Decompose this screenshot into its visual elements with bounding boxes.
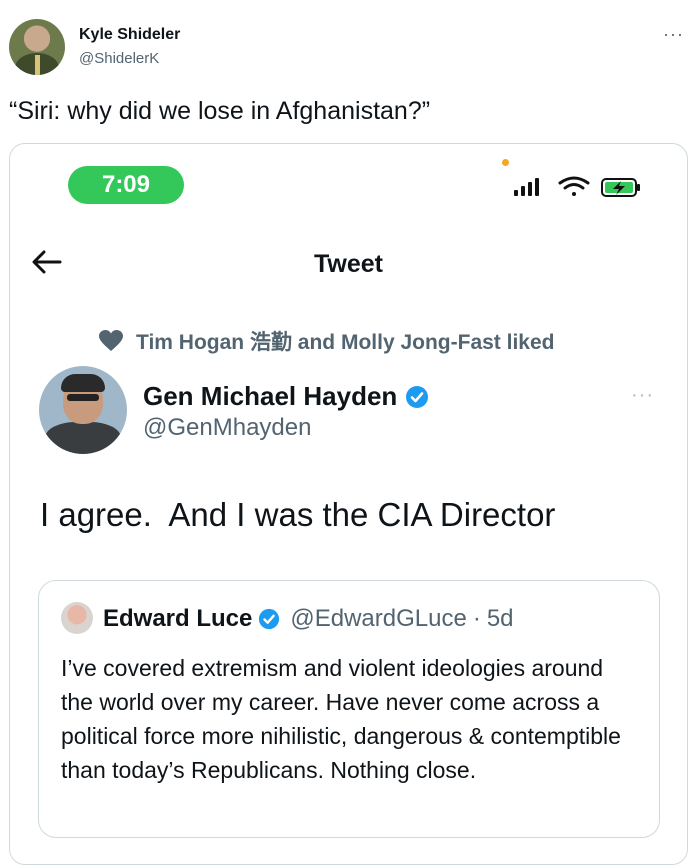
avatar-tie (35, 55, 40, 75)
avatar-body (45, 422, 121, 454)
tweet-text: “Siri: why did we lose in Afghanistan?” (9, 97, 431, 125)
verified-icon (259, 608, 280, 630)
wifi-icon (558, 176, 590, 196)
battery-charging-icon (601, 178, 640, 197)
quoted-tweet[interactable]: Edward Luce @EdwardGLuce · 5d I’ve cover… (38, 580, 660, 838)
luce-name[interactable]: Edward Luce (103, 605, 252, 633)
author-avatar[interactable] (9, 19, 65, 75)
quoted-tweet-header: Edward Luce @EdwardGLuce · 5d (103, 605, 514, 633)
author-name[interactable]: Kyle Shideler (79, 26, 180, 44)
attached-screenshot[interactable]: 7:09 Tweet Tim Hogan 浩勤 and Molly Jong-F… (9, 143, 688, 865)
signal-icon (514, 178, 539, 196)
more-icon[interactable]: ··· (663, 24, 684, 45)
verified-icon (406, 385, 429, 408)
hayden-tweet-text: I agree. And I was the CIA Director (40, 496, 556, 533)
luce-handle[interactable]: @EdwardGLuce (290, 605, 466, 633)
luce-avatar[interactable] (61, 602, 93, 634)
privacy-indicator-dot (502, 159, 509, 166)
separator-dot: · (472, 605, 481, 632)
avatar-cap (61, 374, 105, 392)
heart-icon (99, 330, 123, 351)
screen-title: Tweet (314, 250, 383, 278)
hayden-name-row[interactable]: Gen Michael Hayden (143, 381, 429, 412)
more-icon[interactable]: ··· (631, 384, 654, 407)
avatar-glasses (67, 394, 99, 401)
hayden-handle[interactable]: @GenMhayden (143, 414, 311, 442)
quoted-tweet-text: I’ve covered extremism and violent ideol… (61, 655, 621, 783)
status-time: 7:09 (68, 166, 184, 204)
hayden-avatar[interactable] (39, 366, 127, 454)
status-icons (514, 176, 640, 197)
liked-by-text: Tim Hogan 浩勤 and Molly Jong-Fast liked (136, 331, 555, 354)
hayden-name: Gen Michael Hayden (143, 381, 398, 411)
luce-timestamp[interactable]: 5d (487, 605, 514, 633)
author-handle[interactable]: @ShidelerK (79, 50, 159, 67)
social-context[interactable]: Tim Hogan 浩勤 and Molly Jong-Fast liked (98, 326, 554, 356)
